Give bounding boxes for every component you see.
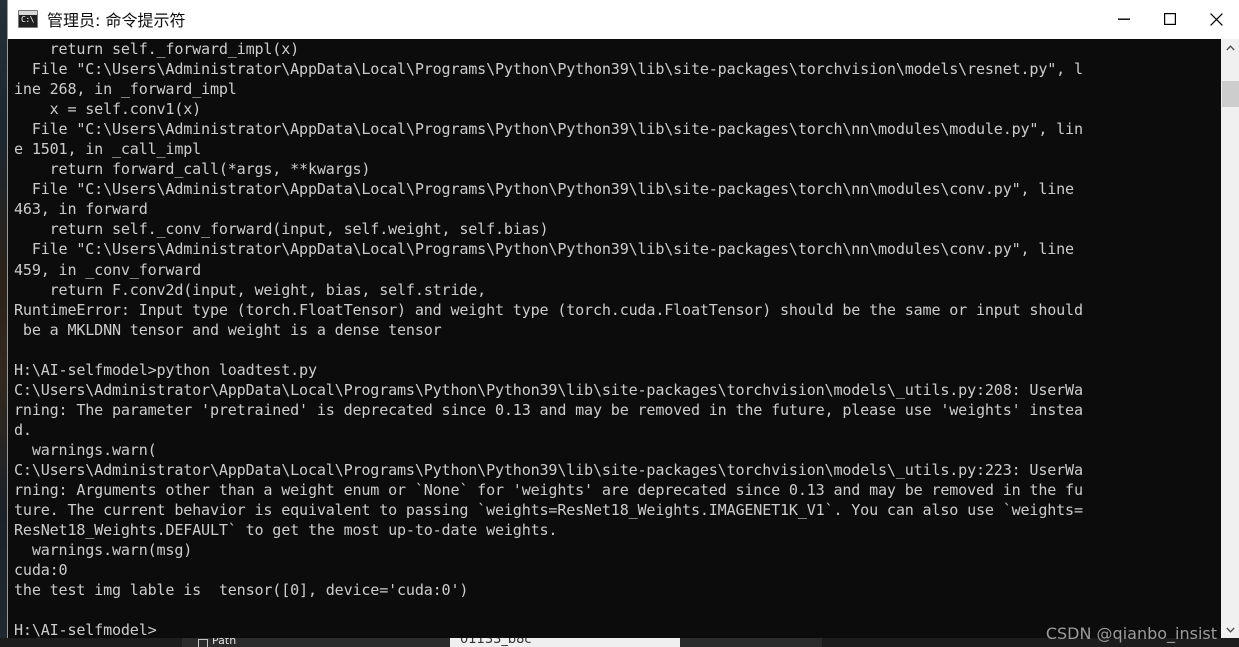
maximize-button[interactable]: [1147, 0, 1193, 38]
command-prompt-window: C:\ 管理员: 命令提示符 return self._forward_impl…: [8, 0, 1239, 638]
window-title: 管理员: 命令提示符: [47, 11, 186, 30]
console-body: return self._forward_impl(x) File "C:\Us…: [8, 39, 1239, 638]
console-icon: C:\: [18, 10, 38, 28]
window-titlebar[interactable]: C:\ 管理员: 命令提示符: [8, 0, 1239, 39]
chevron-down-icon: [1226, 627, 1235, 633]
minimize-icon: [1118, 18, 1130, 20]
console-scrollbar[interactable]: [1221, 39, 1239, 638]
background-window-strip: Path 01133_b8c: [0, 638, 1239, 647]
console-output-text[interactable]: return self._forward_impl(x) File "C:\Us…: [8, 39, 1221, 638]
close-button[interactable]: [1193, 0, 1239, 38]
minimize-button[interactable]: [1101, 0, 1147, 38]
background-peek-label: Path: [212, 638, 237, 647]
scrollbar-thumb[interactable]: [1222, 81, 1239, 107]
background-checkbox-icon: [198, 639, 208, 647]
scrollbar-up-arrow-button[interactable]: [1222, 39, 1239, 56]
titlebar-left-group: C:\ 管理员: 命令提示符: [8, 7, 1101, 31]
desktop-background-edge: [0, 0, 8, 647]
background-window-peek-secondary[interactable]: 01133_b8c: [450, 638, 680, 647]
scrollbar-track[interactable]: [1222, 56, 1239, 621]
scrollbar-down-arrow-button[interactable]: [1222, 621, 1239, 638]
desktop: C:\ 管理员: 命令提示符 return self._forward_impl…: [0, 0, 1239, 647]
background-peek-secondary-label: 01133_b8c: [460, 638, 532, 647]
console-icon-glyph: C:\: [21, 15, 34, 24]
close-icon: [1209, 12, 1223, 26]
chevron-up-icon: [1226, 44, 1235, 50]
window-controls: [1101, 0, 1239, 38]
maximize-icon: [1164, 13, 1176, 25]
